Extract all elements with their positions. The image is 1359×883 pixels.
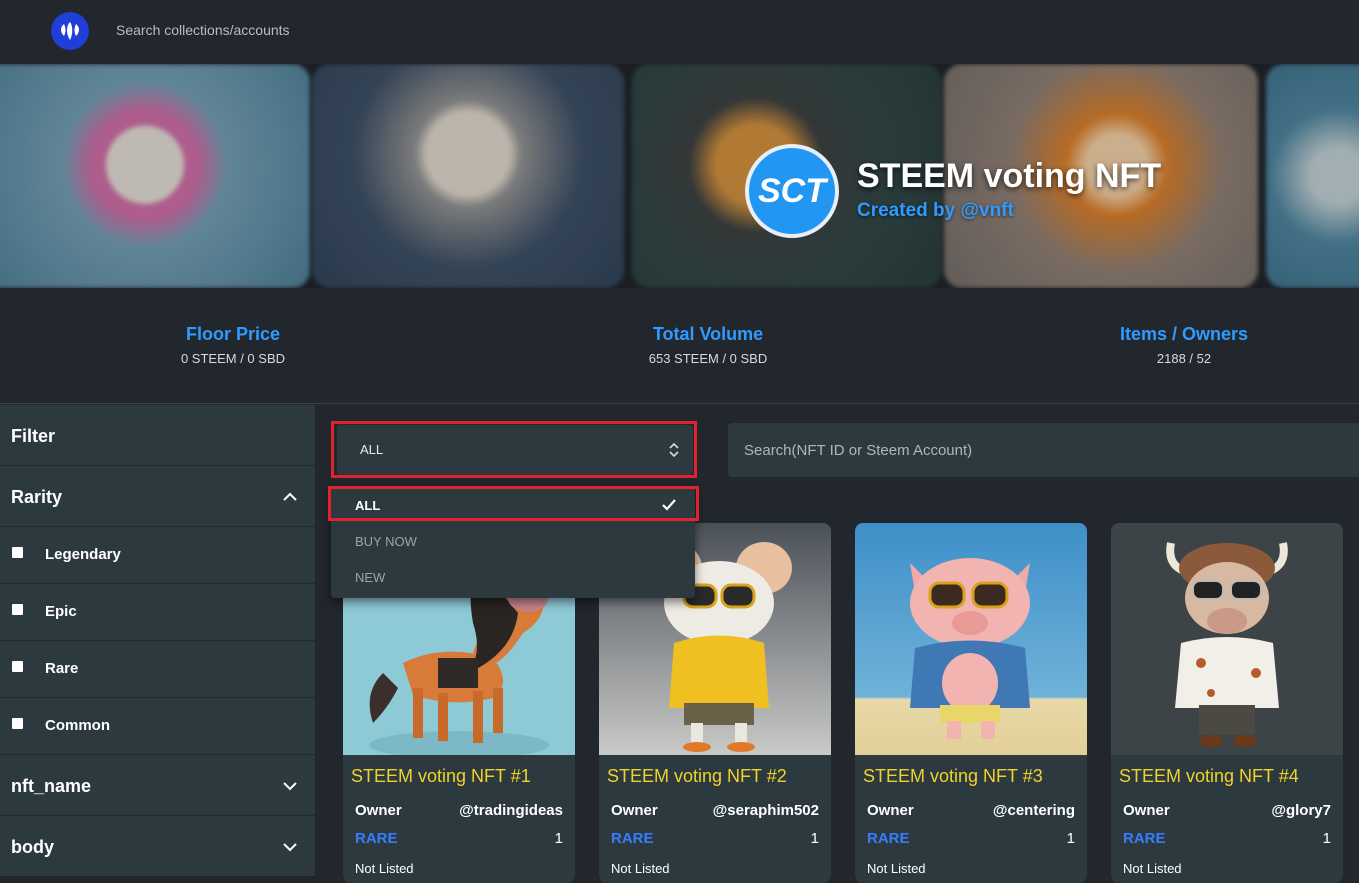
stat-floor-price: Floor Price 0 STEEM / 0 SBD bbox=[103, 324, 363, 366]
nft-card[interactable]: STEEM voting NFT #3 Owner @centering RAR… bbox=[855, 523, 1087, 883]
owner-label: Owner bbox=[867, 802, 914, 819]
nft-image-bull[interactable] bbox=[1111, 523, 1343, 755]
banner-image-partial bbox=[1266, 64, 1359, 288]
body-section-toggle[interactable]: body bbox=[0, 816, 315, 877]
rarity-badge: RARE bbox=[611, 830, 654, 847]
collection-stats: Floor Price 0 STEEM / 0 SBD Total Volume… bbox=[0, 288, 1359, 404]
chevron-up-icon bbox=[283, 492, 297, 501]
owner-account[interactable]: @glory7 bbox=[1271, 802, 1331, 819]
owner-label: Owner bbox=[355, 802, 402, 819]
nft-name-title: nft_name bbox=[11, 776, 92, 796]
rarity-option-common[interactable]: Common bbox=[0, 698, 315, 755]
listing-status: Not Listed bbox=[355, 861, 414, 876]
checkbox[interactable] bbox=[12, 547, 23, 558]
steem-logo-icon[interactable] bbox=[51, 12, 89, 50]
rarity-option-epic[interactable]: Epic bbox=[0, 584, 315, 641]
nft-name[interactable]: STEEM voting NFT #2 bbox=[607, 766, 787, 787]
banner-image-rabbit bbox=[0, 64, 310, 288]
collection-avatar-text: SCT bbox=[758, 171, 826, 210]
item-count: 1 bbox=[1066, 830, 1075, 847]
rarity-option-label: Legendary bbox=[45, 546, 121, 563]
rarity-option-label: Epic bbox=[45, 603, 77, 620]
rarity-title: Rarity bbox=[11, 487, 63, 507]
stat-value: 0 STEEM / 0 SBD bbox=[180, 351, 286, 366]
collection-creator-link[interactable]: Created by @vnft bbox=[857, 200, 1014, 222]
rarity-option-label: Common bbox=[45, 717, 110, 734]
item-count: 1 bbox=[1322, 830, 1331, 847]
chevron-down-icon bbox=[283, 843, 297, 852]
listing-status: Not Listed bbox=[867, 861, 926, 876]
owner-account[interactable]: @tradingideas bbox=[459, 802, 563, 819]
banner-image-dog bbox=[312, 64, 624, 288]
highlight-select-box bbox=[331, 421, 697, 478]
top-bar bbox=[0, 0, 1359, 64]
dropdown-option-buy-now[interactable]: BUY NOW bbox=[355, 534, 417, 549]
stat-label: Floor Price bbox=[185, 324, 281, 344]
item-count: 1 bbox=[554, 830, 563, 847]
nft-name[interactable]: STEEM voting NFT #1 bbox=[351, 766, 531, 787]
stat-label: Items / Owners bbox=[1119, 324, 1249, 344]
checkbox[interactable] bbox=[12, 604, 23, 615]
stat-label: Total Volume bbox=[652, 324, 764, 344]
item-count: 1 bbox=[810, 830, 819, 847]
rarity-badge: RARE bbox=[867, 830, 910, 847]
checkbox[interactable] bbox=[12, 718, 23, 729]
rarity-option-rare[interactable]: Rare bbox=[0, 641, 315, 698]
filter-title: Filter bbox=[11, 426, 56, 446]
nft-search-input[interactable] bbox=[728, 423, 1359, 477]
filter-header: Filter bbox=[0, 405, 315, 466]
collection-banner: SCT STEEM voting NFT Created by @vnft bbox=[0, 64, 1359, 288]
owner-account[interactable]: @seraphim502 bbox=[713, 802, 819, 819]
stat-items-owners: Items / Owners 2188 / 52 bbox=[1054, 324, 1314, 366]
owner-label: Owner bbox=[611, 802, 658, 819]
chevron-down-icon bbox=[283, 782, 297, 791]
collections-search-input[interactable] bbox=[116, 20, 416, 40]
checkbox[interactable] bbox=[12, 661, 23, 672]
owner-label: Owner bbox=[1123, 802, 1170, 819]
collection-avatar: SCT bbox=[745, 144, 839, 238]
nft-image-pig[interactable] bbox=[855, 523, 1087, 755]
nft-name[interactable]: STEEM voting NFT #3 bbox=[863, 766, 1043, 787]
stat-value: 2188 / 52 bbox=[1156, 351, 1212, 366]
rarity-option-legendary[interactable]: Legendary bbox=[0, 527, 315, 584]
rarity-option-label: Rare bbox=[45, 660, 79, 677]
stat-total-volume: Total Volume 653 STEEM / 0 SBD bbox=[578, 324, 838, 366]
steem-logo-icon-glyph bbox=[61, 22, 79, 40]
rarity-badge: RARE bbox=[1123, 830, 1166, 847]
rarity-section-toggle[interactable]: Rarity bbox=[0, 466, 315, 527]
nft-card[interactable]: STEEM voting NFT #4 Owner @glory7 RARE 1… bbox=[1111, 523, 1343, 883]
rarity-badge: RARE bbox=[355, 830, 398, 847]
nft-name-section-toggle[interactable]: nft_name bbox=[0, 755, 315, 816]
body-title: body bbox=[11, 837, 54, 857]
stat-value: 653 STEEM / 0 SBD bbox=[648, 351, 768, 366]
listing-status: Not Listed bbox=[1123, 861, 1182, 876]
highlight-selected-option bbox=[328, 486, 699, 521]
filter-sidebar: Filter Rarity Legendary Epic Rare Common… bbox=[0, 405, 315, 876]
owner-account[interactable]: @centering bbox=[993, 802, 1075, 819]
collection-title: STEEM voting NFT bbox=[857, 157, 1162, 195]
nft-name[interactable]: STEEM voting NFT #4 bbox=[1119, 766, 1299, 787]
dropdown-option-new[interactable]: NEW bbox=[355, 570, 385, 585]
listing-status: Not Listed bbox=[611, 861, 670, 876]
